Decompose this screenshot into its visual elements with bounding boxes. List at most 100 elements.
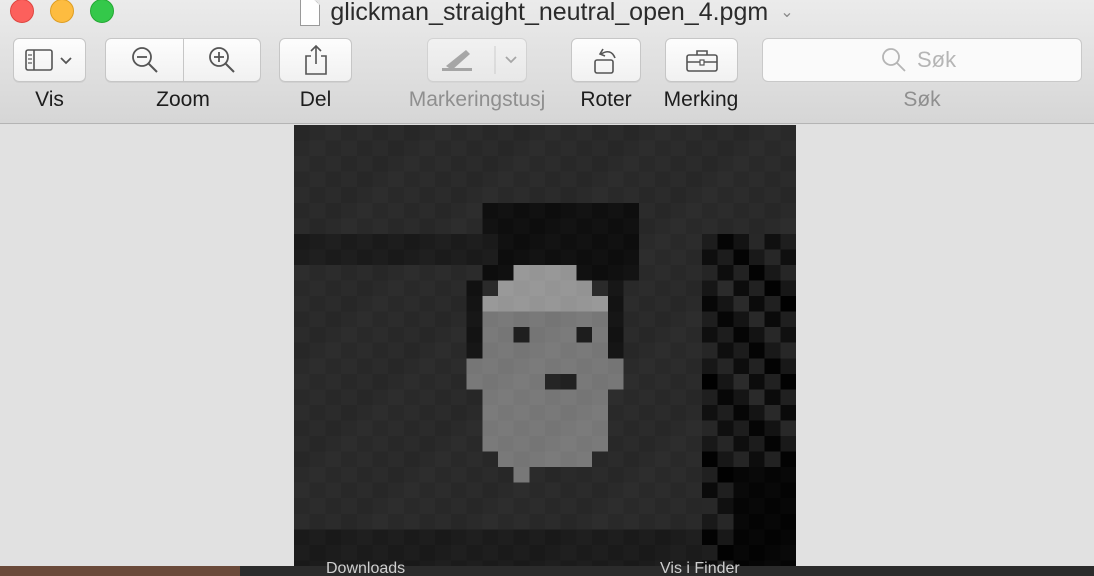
image-pixel xyxy=(654,436,671,452)
image-pixel xyxy=(576,218,593,235)
image-pixel xyxy=(717,125,734,141)
image-pixel xyxy=(654,187,671,204)
image-pixel xyxy=(356,358,373,375)
image-pixel xyxy=(701,467,718,484)
image-pixel xyxy=(701,544,718,561)
image-pixel xyxy=(388,358,405,375)
image-pixel xyxy=(497,436,514,452)
image-pixel xyxy=(482,218,499,235)
rotate-button[interactable] xyxy=(571,38,641,82)
image-pixel xyxy=(592,249,609,266)
image-pixel xyxy=(356,311,373,328)
image-pixel xyxy=(607,467,624,484)
image-pixel xyxy=(356,280,373,297)
image-pixel xyxy=(388,171,405,188)
highlight-button[interactable] xyxy=(427,38,527,82)
image-pixel xyxy=(294,156,311,172)
image-pixel xyxy=(717,233,734,250)
share-button[interactable] xyxy=(279,38,352,82)
image-pixel xyxy=(341,233,358,250)
image-pixel xyxy=(764,451,781,468)
image-pixel xyxy=(466,529,483,546)
search-input[interactable] xyxy=(917,47,963,73)
image-pixel xyxy=(309,140,326,157)
image-pixel xyxy=(372,544,389,561)
image-pixel xyxy=(450,249,467,266)
image-pixel xyxy=(466,233,483,250)
image-pixel xyxy=(717,156,734,172)
image-pixel xyxy=(482,233,499,250)
image-pixel xyxy=(294,296,311,312)
image-pixel xyxy=(623,498,640,515)
image-pixel xyxy=(733,513,750,530)
image-pixel xyxy=(670,202,687,219)
image-pixel xyxy=(780,358,796,375)
image-pixel xyxy=(388,513,405,530)
image-pixel xyxy=(513,482,530,499)
image-pixel xyxy=(576,296,593,312)
image-pixel xyxy=(356,296,373,312)
zoom-in-button[interactable] xyxy=(184,38,261,82)
image-pixel xyxy=(325,420,342,437)
image-pixel xyxy=(607,218,624,235)
image-pixel xyxy=(576,187,593,204)
image-pixel xyxy=(545,202,562,219)
image-pixel xyxy=(576,171,593,188)
search-icon xyxy=(882,48,906,72)
image-pixel xyxy=(513,327,530,344)
image-pixel xyxy=(388,311,405,328)
image-pixel xyxy=(701,498,718,515)
image-pixel xyxy=(466,218,483,235)
view-button[interactable] xyxy=(13,38,86,82)
image-pixel xyxy=(639,264,656,281)
image-pixel xyxy=(545,296,562,312)
image-pixel xyxy=(654,498,671,515)
image-pixel xyxy=(639,171,656,188)
image-pixel xyxy=(466,171,483,188)
image-pixel xyxy=(576,311,593,328)
image-pixel xyxy=(450,389,467,406)
image-pixel xyxy=(639,280,656,297)
image-pixel xyxy=(560,498,577,515)
image-pixel xyxy=(403,233,420,250)
image-pixel xyxy=(560,436,577,452)
image-pixel xyxy=(372,171,389,188)
image-pixel xyxy=(717,311,734,328)
image-pixel xyxy=(639,327,656,344)
zoom-out-button[interactable] xyxy=(105,38,184,82)
image-pixel xyxy=(592,156,609,172)
image-pixel xyxy=(654,125,671,141)
image-pixel xyxy=(466,513,483,530)
image-pixel xyxy=(545,156,562,172)
image-pixel xyxy=(356,249,373,266)
image-pixel xyxy=(748,187,765,204)
image-pixel xyxy=(560,296,577,312)
image-pixel xyxy=(748,513,765,530)
image-pixel xyxy=(717,529,734,546)
image-pixel xyxy=(435,280,452,297)
search-field[interactable] xyxy=(762,38,1082,82)
image-pixel xyxy=(309,529,326,546)
image-pixel xyxy=(592,311,609,328)
image-pixel xyxy=(403,482,420,499)
background-text-right: Vis i Finder xyxy=(660,560,740,576)
image-pixel xyxy=(764,218,781,235)
image-pixel xyxy=(403,451,420,468)
image-pixel xyxy=(419,342,436,359)
window-title[interactable]: glickman_straight_neutral_open_4.pgm xyxy=(330,0,768,27)
image-pixel xyxy=(592,467,609,484)
chevron-down-icon[interactable]: ⌄ xyxy=(780,2,793,22)
image-pixel xyxy=(450,202,467,219)
image-pixel xyxy=(435,342,452,359)
image-pixel xyxy=(607,389,624,406)
image-pixel xyxy=(686,467,703,484)
image-pixel xyxy=(701,280,718,297)
image-pixel xyxy=(560,280,577,297)
image-pixel xyxy=(450,420,467,437)
image-pixel xyxy=(592,451,609,468)
image-pixel xyxy=(780,233,796,250)
image-pixel xyxy=(497,156,514,172)
image-pixel xyxy=(670,311,687,328)
markup-button[interactable] xyxy=(665,38,738,82)
image-pixel xyxy=(686,482,703,499)
